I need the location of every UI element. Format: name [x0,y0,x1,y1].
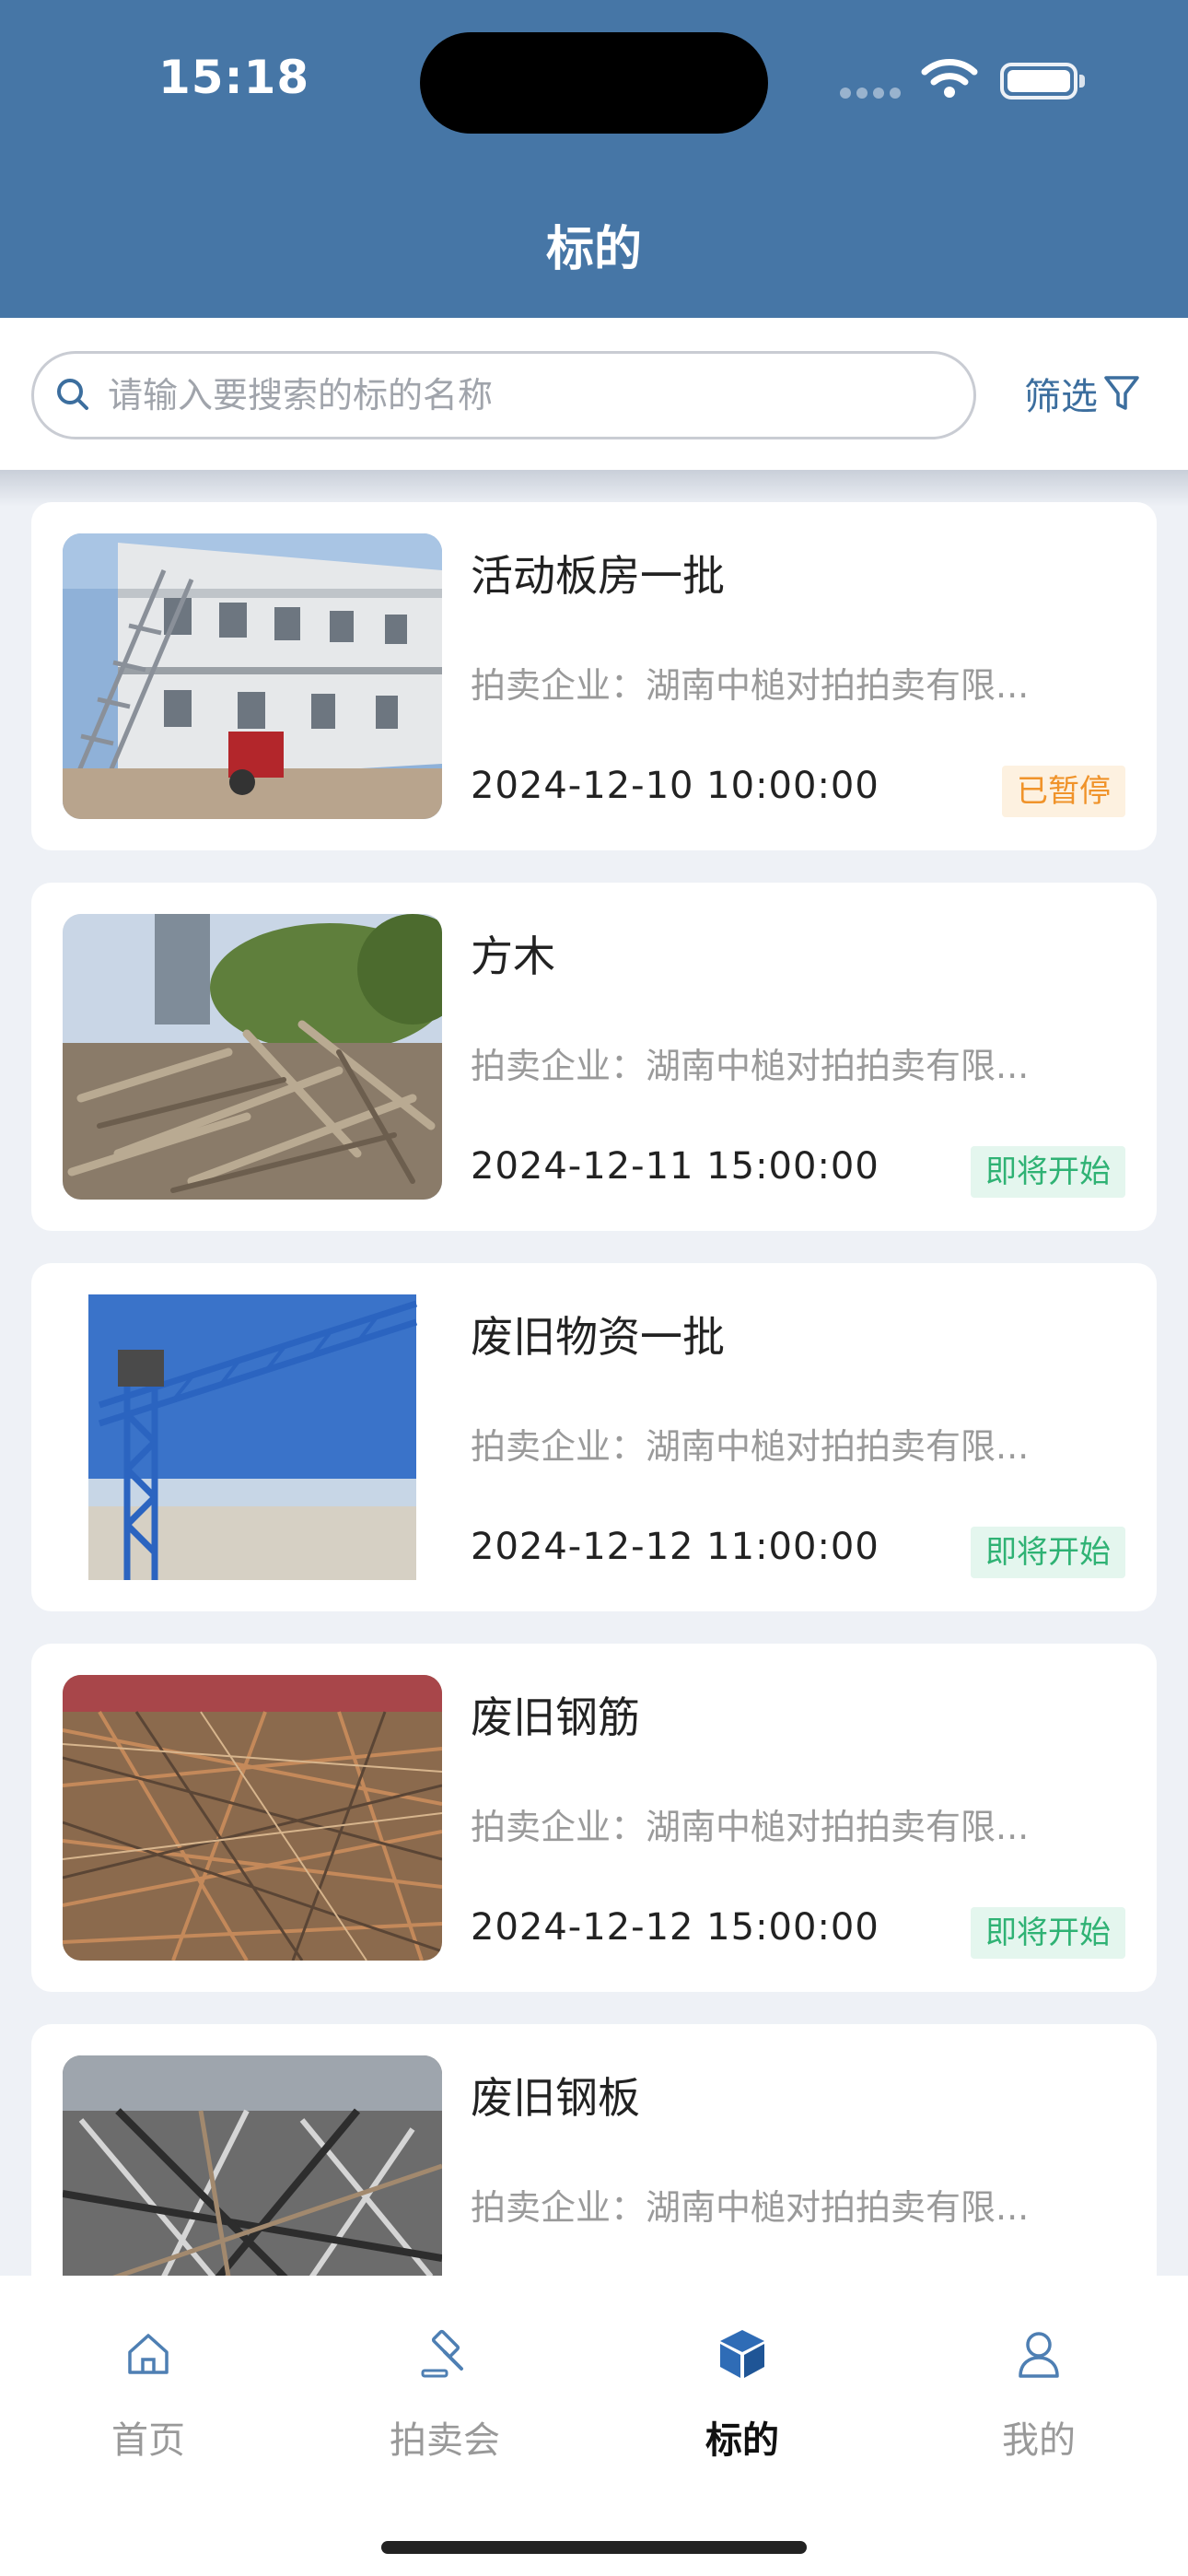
cube-icon [632,2322,853,2386]
list-item[interactable]: 活动板房一批 拍卖企业：湖南中槌对拍拍卖有限... 2024-12-10 10:… [31,502,1157,850]
header: 15:18 标的 [0,0,1188,318]
filter-button[interactable]: 筛选 [1024,366,1140,421]
user-icon [928,2322,1149,2386]
item-date: 2024-12-10 10:00:00 [471,765,879,807]
status-badge: 即将开始 [971,1146,1125,1198]
search-box[interactable] [31,351,976,439]
status-time: 15:18 [158,51,310,104]
filter-icon [1103,373,1140,414]
tab-label: 标的 [705,2419,779,2462]
item-company: 拍卖企业：湖南中槌对拍拍卖有限... [471,665,1030,706]
list-item[interactable]: 废旧物资一批 拍卖企业：湖南中槌对拍拍卖有限... 2024-12-12 11:… [31,1263,1157,1611]
tab-items[interactable]: 标的 [632,2322,853,2464]
cellular-signal-icon [840,85,906,102]
list-item[interactable]: 废旧钢板 拍卖企业：湖南中槌对拍拍卖有限... [31,2024,1157,2276]
item-company: 拍卖企业：湖南中槌对拍拍卖有限... [471,1807,1030,1847]
item-company: 拍卖企业：湖南中槌对拍拍卖有限... [471,1046,1030,1086]
tab-label: 拍卖会 [390,2419,500,2462]
timber-pile-photo [63,914,442,1200]
prefab-house-photo [63,533,442,819]
rebar-pile-photo [63,1675,442,1961]
search-icon [52,374,93,418]
list-item[interactable]: 废旧钢筋 拍卖企业：湖南中槌对拍拍卖有限... 2024-12-12 15:00… [31,1644,1157,1992]
tab-auctions[interactable]: 拍卖会 [334,2322,555,2464]
item-company: 拍卖企业：湖南中槌对拍拍卖有限... [471,2187,1030,2228]
item-title: 废旧钢板 [471,2073,640,2123]
item-title: 废旧钢筋 [471,1692,640,1742]
search-input[interactable] [108,354,937,437]
status-badge: 已暂停 [1002,766,1125,817]
tab-label: 首页 [111,2419,185,2462]
list-item[interactable]: 方木 拍卖企业：湖南中槌对拍拍卖有限... 2024-12-11 15:00:0… [31,883,1157,1231]
status-badge: 即将开始 [971,1527,1125,1578]
search-bar: 筛选 [0,318,1188,470]
battery-icon [1000,63,1085,100]
home-indicator [381,2541,807,2554]
item-list[interactable]: 活动板房一批 拍卖企业：湖南中槌对拍拍卖有限... 2024-12-10 10:… [0,470,1188,2276]
tower-crane-photo [63,1294,442,1580]
item-title: 活动板房一批 [471,551,725,601]
item-date: 2024-12-11 15:00:00 [471,1145,879,1188]
tab-profile[interactable]: 我的 [928,2322,1149,2464]
dynamic-island [420,32,768,134]
item-company: 拍卖企业：湖南中槌对拍拍卖有限... [471,1426,1030,1467]
item-title: 废旧物资一批 [471,1312,725,1362]
home-icon [38,2322,259,2386]
gavel-icon [334,2322,555,2386]
tab-home[interactable]: 首页 [38,2322,259,2464]
status-badge: 即将开始 [971,1907,1125,1959]
tab-bar: 首页 拍卖会 标的 我的 [0,2276,1188,2576]
filter-label: 筛选 [1024,376,1098,418]
item-title: 方木 [471,931,555,981]
tab-label: 我的 [1002,2419,1076,2462]
steel-scrap-photo [63,2055,442,2276]
wifi-icon [921,57,978,103]
item-date: 2024-12-12 11:00:00 [471,1526,879,1568]
list-top-shadow [0,470,1188,507]
page-title: 标的 [545,222,642,277]
item-date: 2024-12-12 15:00:00 [471,1906,879,1949]
